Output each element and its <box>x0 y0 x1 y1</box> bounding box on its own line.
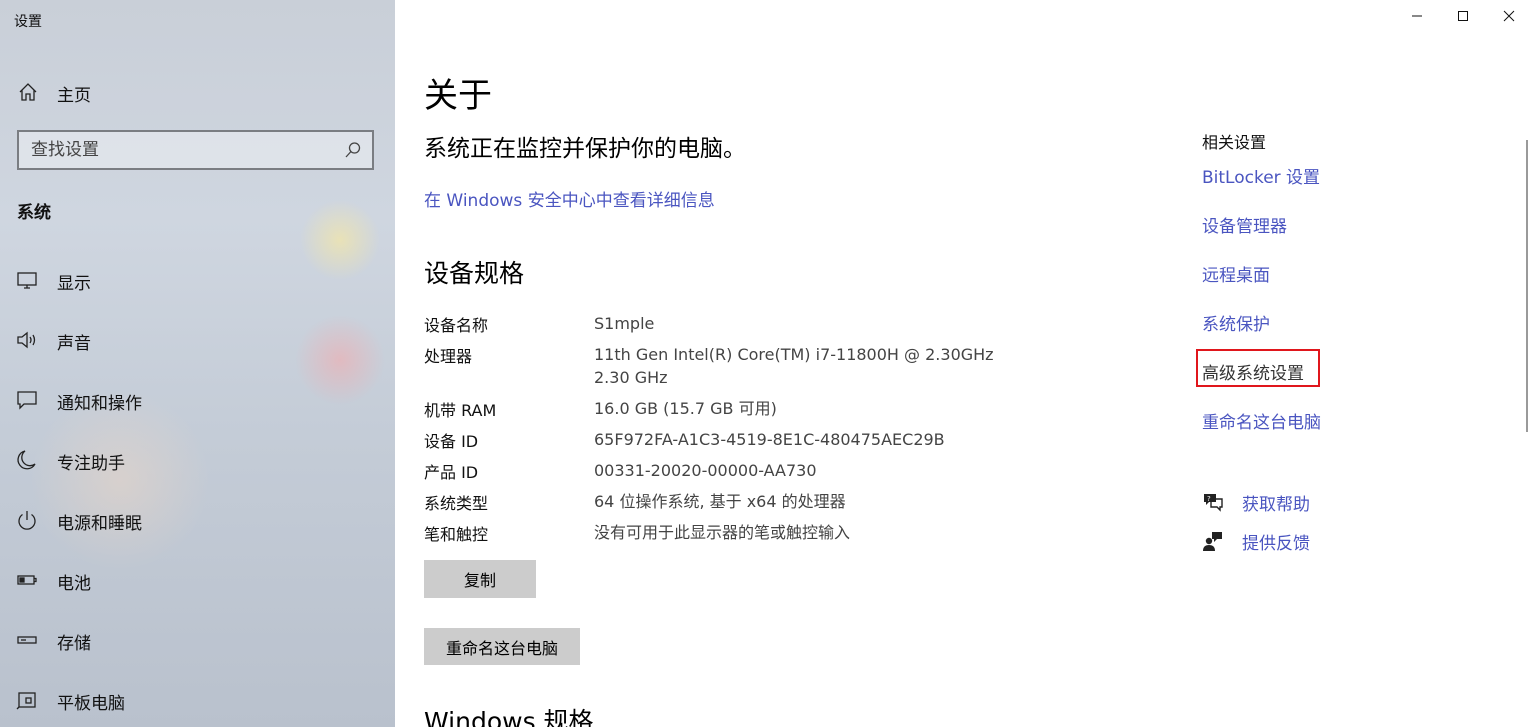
sidebar: 设置 主页 系统 显示 <box>0 0 395 727</box>
sidebar-item-notifications[interactable]: 通知和操作 <box>0 380 395 420</box>
window-controls <box>1394 0 1532 32</box>
svg-text:?: ? <box>1207 495 1211 503</box>
search-box[interactable] <box>17 130 374 170</box>
spec-key: 机带 RAM <box>424 401 497 420</box>
sidebar-item-label: 电池 <box>57 574 91 594</box>
close-icon <box>1503 10 1515 22</box>
sidebar-item-battery[interactable]: 电池 <box>0 560 395 600</box>
speaker-icon <box>17 331 36 349</box>
related-link-bitlocker[interactable]: BitLocker 设置 <box>1202 163 1320 188</box>
sidebar-item-display[interactable]: 显示 <box>0 260 395 300</box>
related-link-advanced-system-settings[interactable]: 高级系统设置 <box>1202 359 1304 384</box>
sidebar-item-label: 存储 <box>57 634 91 654</box>
page-title: 关于 <box>424 76 492 116</box>
display-icon <box>17 272 37 289</box>
copy-button[interactable]: 复制 <box>424 560 536 598</box>
sidebar-item-label: 平板电脑 <box>57 694 125 714</box>
spec-value: 16.0 GB (15.7 GB 可用) <box>594 399 777 418</box>
maximize-icon <box>1458 11 1468 21</box>
spec-key: 产品 ID <box>424 463 479 482</box>
related-link-system-protection[interactable]: 系统保护 <box>1202 310 1270 335</box>
spec-key: 处理器 <box>424 347 473 366</box>
related-link-device-manager[interactable]: 设备管理器 <box>1202 212 1287 237</box>
scrollbar[interactable] <box>1526 140 1528 432</box>
feedback-icon <box>1203 532 1222 551</box>
spec-value-line1: 11th Gen Intel(R) Core(TM) i7-11800H @ 2… <box>594 345 994 364</box>
maximize-button[interactable] <box>1440 0 1486 32</box>
spec-key: 设备 ID <box>424 432 479 451</box>
security-center-link[interactable]: 在 Windows 安全中心中查看详细信息 <box>424 186 715 211</box>
spec-value: 11th Gen Intel(R) Core(TM) i7-11800H @ 2… <box>594 343 1024 389</box>
sidebar-item-power-sleep[interactable]: 电源和睡眠 <box>0 500 395 540</box>
search-icon[interactable] <box>344 141 362 159</box>
spec-value: 00331-20020-00000-AA730 <box>594 461 817 480</box>
sidebar-item-home[interactable]: 主页 <box>0 72 395 112</box>
get-help-label: 获取帮助 <box>1242 495 1310 515</box>
sidebar-item-label: 声音 <box>57 334 91 354</box>
section-title-system: 系统 <box>17 203 51 223</box>
battery-icon <box>17 575 37 585</box>
storage-icon <box>17 636 37 644</box>
sidebar-item-focus-assist[interactable]: 专注助手 <box>0 440 395 480</box>
close-button[interactable] <box>1486 0 1532 32</box>
spec-key: 设备名称 <box>424 316 489 335</box>
app-title: 设置 <box>14 14 42 30</box>
feedback-label: 提供反馈 <box>1242 534 1310 554</box>
main-content: 关于 系统正在监控并保护你的电脑。 在 Windows 安全中心中查看详细信息 … <box>395 0 1532 727</box>
help-chat-icon: ? <box>1204 494 1223 512</box>
related-link-remote-desktop[interactable]: 远程桌面 <box>1202 261 1270 286</box>
power-icon <box>18 511 36 530</box>
spec-value: 65F972FA-A1C3-4519-8E1C-480475AEC29B <box>594 430 945 449</box>
device-specs-title: 设备规格 <box>424 259 525 288</box>
sidebar-item-label: 通知和操作 <box>57 394 142 414</box>
sidebar-item-label: 专注助手 <box>57 454 125 474</box>
sidebar-item-tablet[interactable]: 平板电脑 <box>0 680 395 720</box>
search-input[interactable] <box>19 132 339 168</box>
home-icon <box>19 83 37 101</box>
sidebar-item-storage[interactable]: 存储 <box>0 620 395 660</box>
sidebar-item-label: 显示 <box>57 274 91 294</box>
sidebar-item-label: 电源和睡眠 <box>57 514 142 534</box>
tablet-icon <box>16 692 36 710</box>
sidebar-item-sound[interactable]: 声音 <box>0 320 395 360</box>
related-settings-title: 相关设置 <box>1202 133 1267 152</box>
notification-icon <box>17 391 37 410</box>
sidebar-item-home-label: 主页 <box>57 86 91 106</box>
spec-value: 64 位操作系统, 基于 x64 的处理器 <box>594 492 846 511</box>
moon-icon <box>17 450 36 470</box>
spec-value-line2: 2.30 GHz <box>594 368 668 387</box>
rename-pc-button[interactable]: 重命名这台电脑 <box>424 628 580 665</box>
related-link-rename-pc[interactable]: 重命名这台电脑 <box>1202 408 1321 433</box>
spec-key: 系统类型 <box>424 494 489 513</box>
spec-value: 没有可用于此显示器的笔或触控输入 <box>594 523 851 542</box>
windows-specs-title: Windows 规格 <box>424 707 594 727</box>
minimize-icon <box>1412 15 1422 17</box>
minimize-button[interactable] <box>1394 0 1440 32</box>
protection-status-text: 系统正在监控并保护你的电脑。 <box>424 136 746 162</box>
spec-key: 笔和触控 <box>424 525 489 544</box>
settings-window: 设置 主页 系统 显示 <box>0 0 1532 727</box>
spec-value: S1mple <box>594 314 655 333</box>
